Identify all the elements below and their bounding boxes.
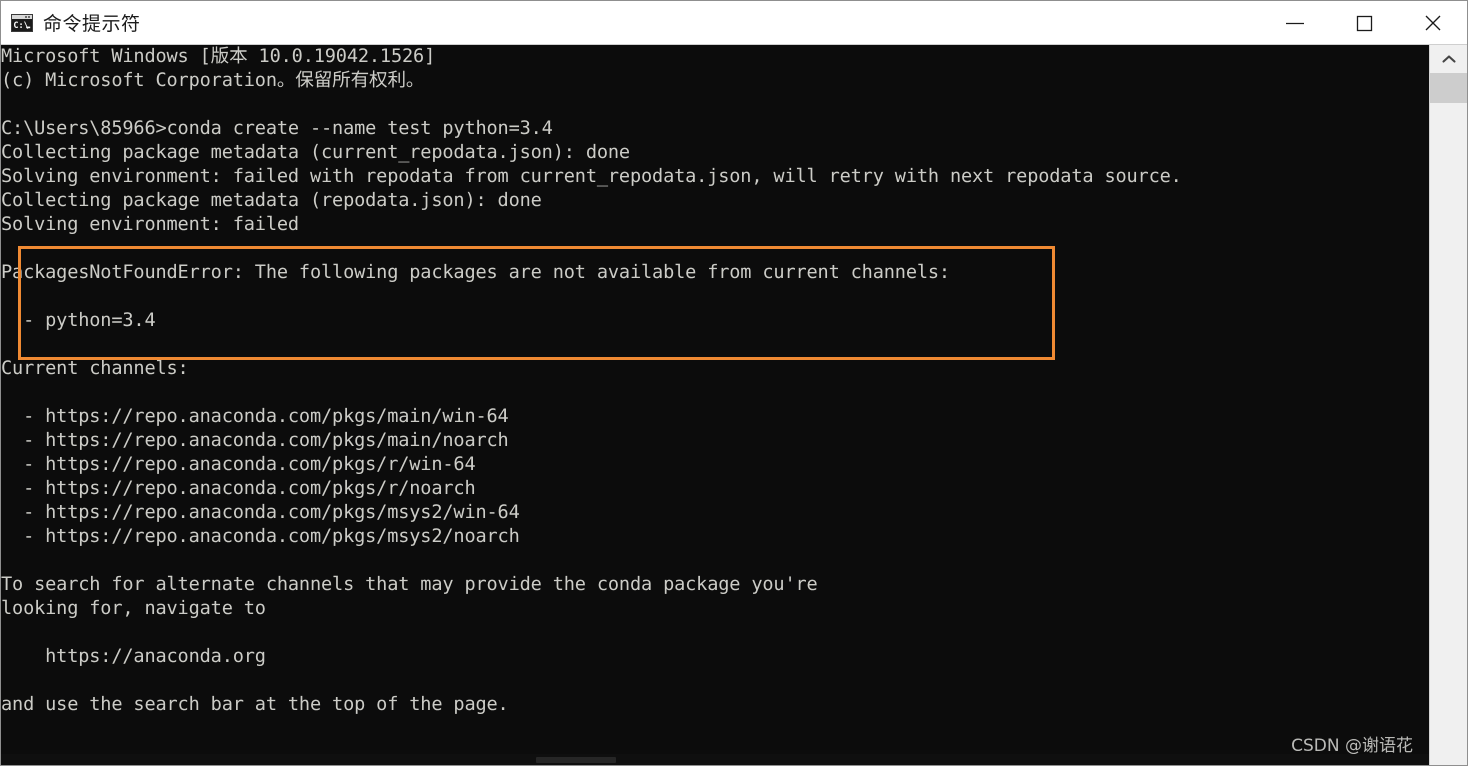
horizontal-scrollbar[interactable]	[1, 754, 1429, 765]
maximize-icon	[1356, 15, 1372, 31]
vertical-scrollbar[interactable]	[1429, 45, 1467, 765]
scroll-up-button[interactable]	[1430, 45, 1467, 73]
window-controls	[1260, 1, 1467, 44]
close-button[interactable]	[1398, 1, 1467, 44]
command-prompt-window: C:\ 命令提示符 Microsoft Windows [版本 10.0.190…	[0, 0, 1468, 766]
chevron-up-icon	[1441, 55, 1456, 63]
horizontal-scroll-thumb[interactable]	[536, 757, 616, 763]
watermark: CSDN @谢语花	[1291, 736, 1413, 756]
chevron-down-icon	[1441, 747, 1457, 757]
maximize-button[interactable]	[1329, 1, 1398, 44]
cmd-prompt-icon[interactable]: C:\	[11, 13, 33, 32]
minimize-button[interactable]	[1260, 1, 1329, 44]
terminal-output-area[interactable]: Microsoft Windows [版本 10.0.19042.1526] (…	[1, 45, 1429, 765]
svg-text:C:\: C:\	[13, 21, 28, 31]
vertical-scroll-thumb[interactable]	[1430, 73, 1467, 103]
close-icon	[1425, 15, 1440, 30]
minimize-icon	[1285, 22, 1304, 24]
window-title: 命令提示符	[43, 13, 141, 35]
title-bar[interactable]: C:\ 命令提示符	[1, 1, 1467, 45]
terminal-text: Microsoft Windows [版本 10.0.19042.1526] (…	[1, 46, 1182, 715]
